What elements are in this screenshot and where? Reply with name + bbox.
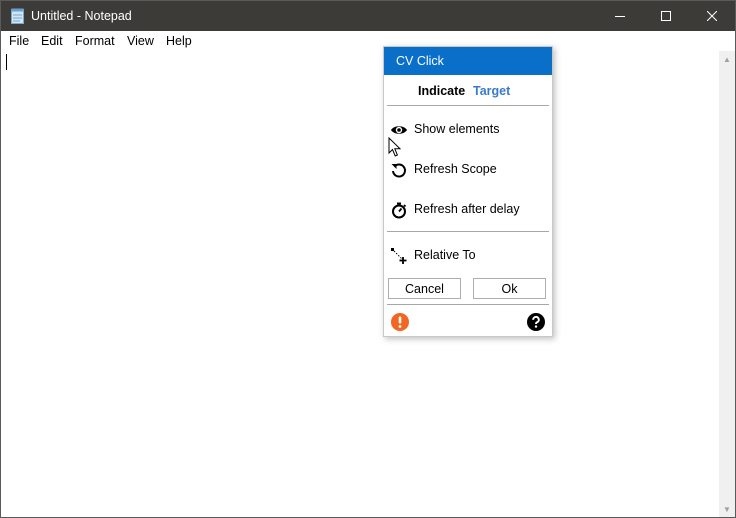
- notepad-window: Untitled - Notepad File Edit Format View…: [0, 0, 736, 518]
- menu-view[interactable]: View: [127, 34, 154, 48]
- show-elements-action[interactable]: Show elements: [390, 119, 550, 141]
- refresh-scope-action[interactable]: Refresh Scope: [390, 159, 550, 181]
- menu-help[interactable]: Help: [166, 34, 192, 48]
- scroll-up-icon[interactable]: ▲: [719, 51, 735, 67]
- tab-indicate[interactable]: Indicate: [418, 84, 465, 98]
- warning-icon[interactable]: [391, 313, 409, 331]
- title-bar[interactable]: Untitled - Notepad: [1, 1, 735, 31]
- close-button[interactable]: [689, 1, 735, 31]
- divider: [387, 231, 549, 232]
- divider: [387, 105, 549, 106]
- maximize-button[interactable]: [643, 1, 689, 31]
- cv-click-dialog: CV Click Indicate Target Show elements R…: [383, 46, 553, 337]
- scroll-down-icon[interactable]: ▼: [719, 501, 735, 517]
- text-caret: [6, 54, 7, 70]
- relative-to-action[interactable]: Relative To: [390, 245, 550, 267]
- cancel-button[interactable]: Cancel: [388, 278, 461, 299]
- mouse-cursor-icon: [388, 137, 402, 157]
- show-elements-label: Show elements: [414, 122, 500, 136]
- menu-format[interactable]: Format: [75, 34, 115, 48]
- ok-button[interactable]: Ok: [473, 278, 546, 299]
- close-icon: [707, 11, 717, 21]
- refresh-after-delay-label: Refresh after delay: [414, 202, 520, 216]
- window-title: Untitled - Notepad: [31, 9, 132, 23]
- maximize-icon: [661, 11, 671, 21]
- notepad-icon: [11, 8, 24, 24]
- dialog-title: CV Click: [396, 54, 444, 68]
- text-editor[interactable]: [1, 51, 719, 517]
- menu-file[interactable]: File: [9, 34, 29, 48]
- refresh-icon: [391, 163, 406, 178]
- relative-to-icon: [391, 248, 407, 264]
- help-icon[interactable]: [527, 313, 545, 331]
- vertical-scrollbar[interactable]: ▲ ▼: [719, 51, 735, 517]
- dialog-header: CV Click: [384, 47, 552, 75]
- refresh-after-delay-action[interactable]: Refresh after delay: [390, 199, 550, 221]
- menu-edit[interactable]: Edit: [41, 34, 63, 48]
- refresh-scope-label: Refresh Scope: [414, 162, 497, 176]
- menu-bar: File Edit Format View Help: [1, 31, 735, 51]
- divider: [387, 304, 549, 305]
- minimize-icon: [615, 16, 625, 17]
- stopwatch-icon: [392, 202, 407, 219]
- minimize-button[interactable]: [597, 1, 643, 31]
- tab-target[interactable]: Target: [473, 84, 510, 98]
- relative-to-label: Relative To: [414, 248, 476, 262]
